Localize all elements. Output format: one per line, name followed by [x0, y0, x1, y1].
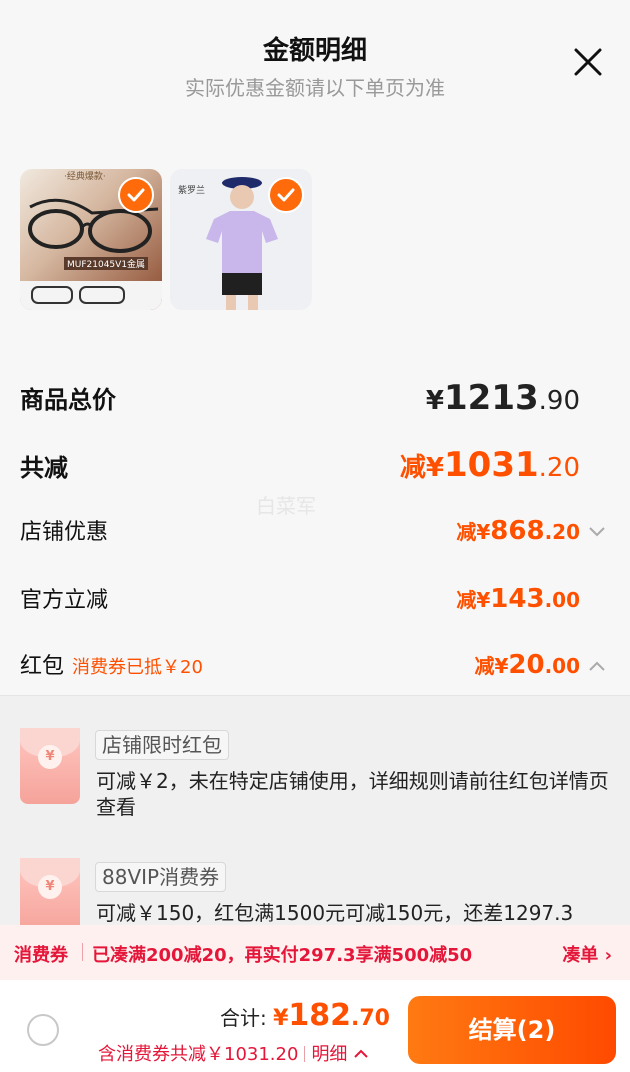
- promo-label: 消费券: [14, 945, 68, 966]
- store-decimal: .20: [544, 520, 580, 544]
- official-decimal: .00: [544, 588, 580, 612]
- red-envelope-icon: ¥: [20, 728, 80, 804]
- total-decimal: .70: [351, 1006, 390, 1031]
- packet-decimal: .00: [544, 654, 580, 678]
- reduce-integer: 1031: [444, 445, 539, 485]
- store-prefix: 减¥: [456, 520, 491, 544]
- amount-detail-sheet: 金额明细 实际优惠金额请以下单页为准 ·经典爆款· MUF21045V1金属 紫…: [0, 0, 630, 1072]
- product-thumbnail-glasses[interactable]: ·经典爆款· MUF21045V1金属: [20, 169, 162, 310]
- promo-message: 已凑满200减20，再实付297.3享满500减50: [92, 945, 473, 966]
- total-reduce-value: 减¥1031.20: [400, 445, 580, 485]
- packet-tag: 店铺限时红包: [95, 730, 229, 760]
- total-label: 合计:: [219, 1006, 267, 1030]
- discount-text: 含消费券共减￥1031.20: [98, 1044, 299, 1065]
- official-prefix: 减¥: [456, 588, 491, 612]
- packet-description: 可减￥2，未在特定店铺使用，详细规则请前往红包详情页查看: [96, 769, 609, 819]
- total-integer: 182: [288, 998, 352, 1033]
- packet-description: 可减￥150，红包满1500元可减150元，还差1297.3: [96, 901, 574, 925]
- total-price-value: ¥1213.90: [426, 378, 580, 418]
- coupon-promo-bar[interactable]: 消费券 已凑满200减20，再实付297.3享满500减50 凑单 ›: [0, 925, 630, 980]
- total-price-label: 商品总价: [20, 386, 116, 414]
- discount-summary: 含消费券共减￥1031.20 明细: [98, 1040, 369, 1066]
- selected-check-icon[interactable]: [118, 177, 154, 213]
- official-reduce-label: 官方立减: [20, 588, 109, 613]
- thumb-caption-mid: MUF21045V1金属: [64, 257, 149, 270]
- red-packet-value[interactable]: 减¥20.00: [474, 650, 580, 680]
- packet-prefix: 减¥: [474, 654, 509, 678]
- select-all-radio[interactable]: [27, 1014, 59, 1046]
- packet-tag: 88VIP消费券: [95, 862, 227, 892]
- close-icon[interactable]: [574, 48, 602, 76]
- red-packet-row: 红包 消费券已抵￥20: [20, 648, 203, 680]
- product-thumbnail-tshirt[interactable]: 紫罗兰: [170, 169, 312, 310]
- total-reduce-label: 共减: [20, 454, 68, 482]
- packet-integer: 20: [508, 650, 545, 680]
- checkout-bar: 合计: ¥182.70 含消费券共减￥1031.20 明细 结算(2): [0, 980, 630, 1072]
- currency-symbol: ¥: [425, 386, 444, 416]
- price-integer: 1213: [444, 378, 539, 418]
- store-integer: 868: [490, 516, 545, 546]
- checkout-button[interactable]: 结算(2): [408, 996, 616, 1064]
- red-packet-label: 红包: [20, 654, 65, 679]
- sheet-subtitle: 实际优惠金额请以下单页为准: [185, 76, 445, 100]
- official-reduce-value: 减¥143.00: [456, 584, 580, 614]
- red-packet-list[interactable]: ¥ 店铺限时红包 可减￥2，未在特定店铺使用，详细规则请前往红包详情页查看 ¥ …: [0, 695, 630, 925]
- total-amount: 合计: ¥182.70: [220, 998, 390, 1033]
- store-discount-value[interactable]: 减¥868.20: [456, 516, 580, 546]
- selected-check-icon[interactable]: [268, 177, 304, 213]
- red-envelope-icon: ¥: [20, 858, 80, 925]
- chevron-down-icon[interactable]: [588, 523, 606, 542]
- currency-symbol: ¥: [273, 1006, 289, 1031]
- chevron-up-icon[interactable]: [588, 657, 606, 676]
- sheet-title: 金额明细: [262, 36, 367, 66]
- divider: [82, 943, 83, 961]
- detail-label: 明细: [311, 1044, 348, 1065]
- chevron-up-icon: [354, 1049, 368, 1058]
- reduce-decimal: .20: [538, 453, 580, 483]
- store-discount-label: 店铺优惠: [20, 520, 109, 545]
- add-items-link[interactable]: 凑单 ›: [562, 941, 612, 967]
- detail-toggle[interactable]: 明细: [311, 1044, 369, 1065]
- reduce-prefix: 减¥: [399, 453, 444, 483]
- coupon-deducted-note: 消费券已抵￥20: [72, 657, 203, 678]
- official-integer: 143: [490, 584, 545, 614]
- watermark: 白菜军: [256, 494, 316, 518]
- price-decimal: .90: [538, 386, 580, 416]
